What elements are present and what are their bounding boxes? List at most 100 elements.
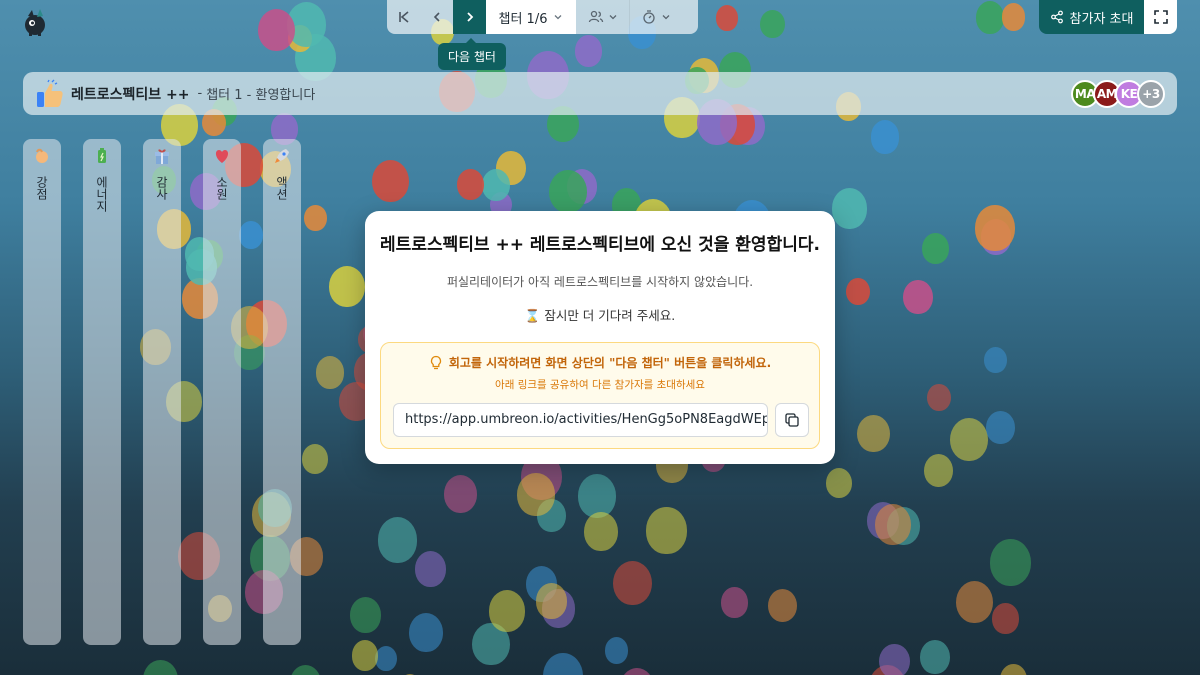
balloon: [759, 9, 785, 39]
balloon: [577, 474, 616, 518]
next-chapter-button[interactable]: [453, 0, 486, 34]
balloon: [584, 512, 619, 551]
participant-avatars[interactable]: MA AM KE +3: [1071, 79, 1165, 108]
wait-message: ⌛ 잠시만 더 기다려 주세요.: [524, 308, 676, 323]
participants-dropdown[interactable]: [576, 0, 629, 34]
balloon: [975, 204, 1015, 251]
first-chapter-button[interactable]: [387, 0, 420, 34]
balloon: [374, 645, 397, 672]
balloon: [604, 636, 629, 664]
balloon: [377, 517, 418, 563]
balloon: [984, 347, 1008, 374]
users-icon: [588, 10, 603, 23]
previous-chapter-button[interactable]: [420, 0, 453, 34]
invite-label: 참가자 초대: [1069, 11, 1134, 27]
balloon: [986, 411, 1015, 445]
timer-icon: [643, 10, 655, 24]
balloon: [351, 640, 379, 672]
column-5[interactable]: 액션: [263, 139, 301, 645]
avatar[interactable]: +3: [1137, 79, 1165, 108]
column-label: 감사: [154, 176, 169, 200]
balloon: [543, 652, 584, 675]
next-chapter-tooltip: 다음 챕터: [438, 38, 506, 70]
activity-title: 레트로스펙티브 ++: [71, 86, 190, 103]
copy-icon: [785, 413, 799, 427]
invite-participants-button[interactable]: 참가자 초대: [1039, 0, 1144, 34]
balloon: [949, 417, 988, 462]
balloon: [1001, 3, 1026, 31]
column-label: 소원: [214, 176, 229, 200]
skip-first-icon: [398, 11, 409, 23]
chevron-right-icon: [466, 12, 473, 22]
chevron-down-icon: [662, 15, 670, 20]
facilitator-info-box: 회고를 시작하려면 화면 상단의 "다음 챕터" 버튼을 클릭하세요. 아래 링…: [380, 342, 820, 449]
copy-link-button[interactable]: [775, 403, 809, 437]
balloon: [920, 639, 951, 674]
balloon: [646, 507, 687, 554]
chevron-down-icon: [609, 15, 616, 20]
balloon: [875, 504, 911, 546]
balloon: [923, 453, 953, 488]
balloon: [856, 414, 890, 453]
chapter-label: 챕터 1/6: [498, 11, 548, 27]
rocket-icon: [275, 149, 289, 163]
balloon: [517, 473, 555, 516]
balloon: [316, 356, 345, 389]
balloon: [990, 539, 1031, 586]
timer-dropdown[interactable]: [629, 0, 682, 34]
column-3[interactable]: 감사: [143, 139, 181, 645]
balloon: [329, 265, 366, 307]
balloon: [767, 588, 797, 623]
column-4[interactable]: 소원: [203, 139, 241, 645]
info-sub-text: 아래 링크를 공유하여 다른 참가자를 초대하세요: [495, 379, 705, 391]
share-icon: [1050, 10, 1063, 24]
column-label: 에너지: [94, 176, 109, 212]
column-2[interactable]: 에너지: [83, 139, 121, 645]
balloon: [372, 159, 410, 203]
balloon: [289, 665, 321, 675]
balloon: [879, 643, 910, 675]
balloon: [574, 35, 603, 67]
heart-icon: [215, 150, 229, 163]
balloon: [414, 551, 447, 588]
column-label: 액션: [274, 176, 289, 200]
balloon: [457, 169, 484, 201]
balloon: [955, 580, 993, 624]
balloon: [831, 188, 867, 229]
balloon: [975, 1, 1005, 34]
balloon: [870, 120, 900, 154]
header-separator: -: [197, 86, 203, 101]
fullscreen-icon: [1153, 10, 1168, 24]
column-label: 강점: [34, 176, 49, 200]
balloon: [481, 168, 510, 201]
chapter-subtitle: 챕터 1 - 환영합니다: [206, 88, 316, 103]
chapter-select[interactable]: 챕터 1/6: [486, 0, 576, 34]
chevron-left-icon: [433, 12, 440, 22]
balloon: [239, 221, 264, 250]
balloon: [991, 603, 1019, 634]
column-1[interactable]: 강점: [23, 139, 61, 645]
balloon: [619, 668, 655, 675]
balloon: [488, 590, 526, 633]
gift-icon: [155, 149, 169, 164]
chapter-toolbar: 챕터 1/6: [387, 0, 698, 34]
lightbulb-icon: [430, 355, 441, 369]
balloon: [612, 560, 652, 606]
balloon: [926, 383, 951, 411]
balloon: [826, 467, 853, 498]
info-main-text: 회고를 시작하려면 화면 상단의 "다음 챕터" 버튼을 클릭하세요.: [448, 356, 772, 370]
app-logo-icon[interactable]: [22, 8, 48, 36]
balloon: [408, 612, 443, 652]
muscle-icon: [36, 148, 48, 163]
invite-link-field[interactable]: https://app.umbreon.io/activities/HenGg5…: [393, 403, 768, 437]
balloon: [921, 232, 949, 264]
balloon: [303, 205, 327, 232]
battery-icon: [98, 148, 106, 163]
fullscreen-button[interactable]: [1144, 0, 1177, 34]
balloon: [257, 8, 295, 52]
welcome-dialog: 레트로스펙티브 ++ 레트로스펙티브에 오신 것을 환영합니다. 퍼실리테이터가…: [365, 211, 835, 464]
welcome-title: 레트로스펙티브 ++ 레트로스펙티브에 오신 것을 환영합니다.: [380, 235, 820, 255]
chevron-down-icon: [555, 15, 562, 20]
balloon: [715, 5, 739, 31]
welcome-text: 퍼실리테이터가 아직 레트로스펙티브를 시작하지 않았습니다.: [446, 275, 754, 289]
